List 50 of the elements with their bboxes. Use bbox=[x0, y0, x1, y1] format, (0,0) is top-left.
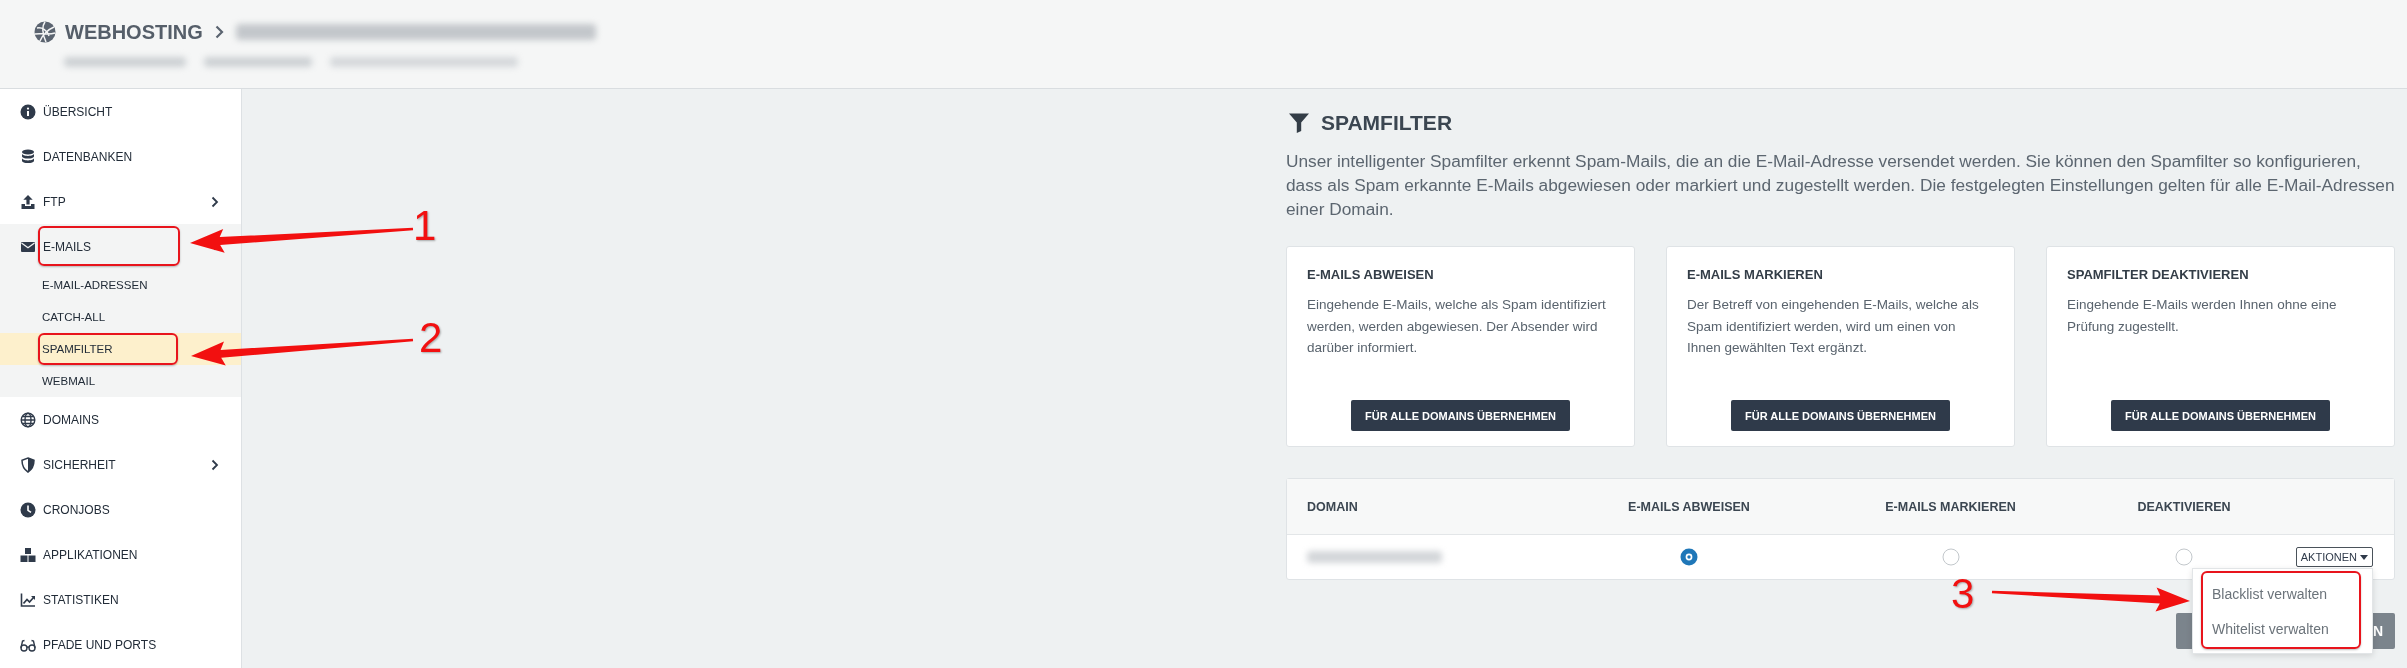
sidebar-item[interactable]: PFADE UND PORTS bbox=[0, 622, 241, 667]
sidebar-subitem[interactable]: WEBMAIL bbox=[0, 365, 241, 397]
radio-button[interactable] bbox=[2175, 548, 2193, 566]
column-header: DEAKTIVIEREN bbox=[2136, 498, 2232, 516]
column-header: DOMAIN bbox=[1306, 498, 1359, 516]
sidebar-item[interactable]: DOMAINS bbox=[0, 397, 241, 442]
globe-icon bbox=[20, 411, 36, 428]
sidebar-subitem[interactable]: E-MAIL-ADRESSEN bbox=[0, 269, 241, 301]
radio-button[interactable] bbox=[1941, 548, 1960, 566]
sidebar-subitem[interactable]: CATCH-ALL bbox=[0, 301, 241, 333]
card-title: E-MAILS MARKIEREN bbox=[1687, 266, 1824, 284]
upload-icon bbox=[20, 193, 36, 210]
sidebar-item[interactable]: APPLIKATIONEN bbox=[0, 532, 241, 577]
card-title: SPAMFILTER DEAKTIVIEREN bbox=[2067, 266, 2250, 284]
database-icon bbox=[20, 148, 36, 165]
clock-icon bbox=[20, 501, 36, 518]
page-description: Unser intelligenter Spamfilter erkennt Spam-Mails, die an die E-Mail-Adresse versendet werden. Sie können den Spamfilter so konfigurieren, dass als Spam erkannte E-Mails abgewiesen oder markiert und zugestellt werden. Die festgelegten Einstellungen gelten für alle E-Mail-Adressen einer Domain. bbox=[1286, 150, 2395, 221]
globe-logo-icon bbox=[34, 21, 56, 43]
actions-dropdown-button[interactable]: AKTIONEN bbox=[2295, 547, 2373, 567]
sidebar-item[interactable]: DATENBANKEN bbox=[0, 134, 241, 179]
annotation-number: 1 bbox=[413, 204, 437, 248]
apply-all-button[interactable]: FÜR ALLE DOMAINS ÜBERNEHMEN bbox=[1351, 400, 1570, 431]
menu-item[interactable]: Whitelist verwalten bbox=[2203, 611, 2359, 646]
card-text: Der Betreff von eingehenden E-Mails, welche als Spam identifiziert werden, wird um einen von Ihnen gewählten Text ergänzt. bbox=[1687, 296, 1980, 357]
boxes-icon bbox=[20, 546, 36, 563]
annotation-number: 3 bbox=[1951, 572, 1975, 616]
sidebar-item[interactable]: ÜBERSICHT bbox=[0, 89, 241, 134]
annotation-number: 2 bbox=[419, 316, 443, 360]
radio-button[interactable] bbox=[1680, 548, 1698, 566]
apply-all-button[interactable]: FÜR ALLE DOMAINS ÜBERNEHMEN bbox=[1731, 400, 1950, 431]
card-text: Eingehende E-Mails werden Ihnen ohne eine Prüfung zugestellt. bbox=[2067, 296, 2338, 336]
sidebar-item[interactable]: FTP bbox=[0, 179, 241, 224]
column-header: E-MAILS ABWEISEN bbox=[1627, 498, 1751, 516]
filter-icon bbox=[1288, 112, 1310, 134]
page-title: SPAMFILTER bbox=[1321, 110, 1453, 136]
apply-all-button[interactable]: FÜR ALLE DOMAINS ÜBERNEHMEN bbox=[2111, 400, 2330, 431]
card-title: E-MAILS ABWEISEN bbox=[1307, 266, 1435, 284]
sidebar-subitem[interactable]: SPAMFILTER bbox=[0, 333, 241, 365]
line-chart-icon bbox=[20, 591, 36, 608]
column-header: E-MAILS MARKIEREN bbox=[1884, 498, 2017, 516]
product-title: WEBHOSTING bbox=[65, 20, 203, 44]
info-icon bbox=[20, 103, 36, 120]
card-text: Eingehende E-Mails, welche als Spam identifiziert werden, werden abgewiesen. Der Absender wird darüber informiert. bbox=[1307, 296, 1607, 357]
sidebar-item[interactable]: CRONJOBS bbox=[0, 487, 241, 532]
chevron-right-icon bbox=[214, 25, 224, 39]
sidebar-item[interactable]: STATISTIKEN bbox=[0, 577, 241, 622]
caret-icon bbox=[2360, 554, 2368, 560]
sidebar-item[interactable]: SICHERHEIT bbox=[0, 442, 241, 487]
menu-item[interactable]: Blacklist verwalten bbox=[2203, 576, 2359, 611]
shield-icon bbox=[20, 456, 36, 473]
